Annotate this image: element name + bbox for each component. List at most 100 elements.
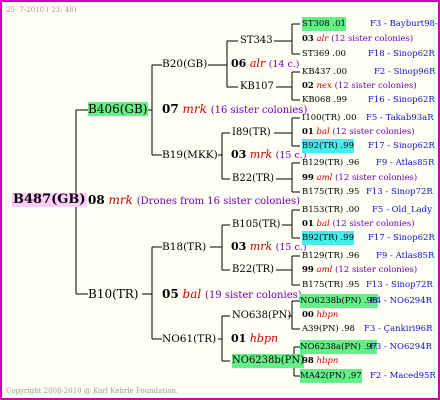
gen3-queen-3[interactable]: B18(TR)	[162, 240, 206, 254]
gen5-note-6: (12 sister colonies)	[335, 265, 418, 275]
gen3-breeder-1: alr	[249, 57, 266, 70]
gen5-breeder-2: nex	[316, 81, 332, 91]
gen4-queen-4[interactable]: B22(TR)	[232, 172, 274, 186]
gen3-mating-3: 03 mrk (15 c.)	[231, 240, 307, 255]
gen5-queen-2b[interactable]: KB068 .99	[302, 93, 347, 107]
gen5-number-2: 02	[302, 81, 314, 91]
gen3-mating-2: 03 mrk (15 c.)	[231, 148, 307, 163]
gen3-queen-4[interactable]: NO61(TR)	[162, 332, 216, 346]
gen5-origin-2b: F16 - Sinop62R	[368, 95, 435, 105]
gen5-queen-4b[interactable]: B175(TR) .95	[302, 185, 359, 199]
gen5-queen-4a[interactable]: B129(TR) .96	[302, 156, 359, 170]
gen5-mating-3: 01 bal (12 sister colonies)	[302, 125, 415, 139]
timestamp-header: 25- 7-2010 ( 23: 48)	[6, 6, 77, 14]
gen5-breeder-3: bal	[316, 127, 330, 137]
gen5-origin-2a: F2 - Sinop96R	[374, 67, 436, 77]
gen1-number: 08	[88, 193, 105, 207]
gen5-number-8: 98	[302, 356, 314, 366]
gen5-queen-5a[interactable]: B153(TR) .00	[302, 203, 359, 217]
gen5-mating-7: 00 hbpn	[302, 308, 338, 322]
gen5-mating-8: 98 hbpn	[302, 354, 338, 368]
gen2-number-lower: 05	[162, 287, 179, 301]
gen3-breeder-2: mrk	[249, 148, 273, 161]
gen5-breeder-7: hbpn	[316, 310, 339, 320]
gen3-mating-4: 01 hbpn	[231, 332, 278, 347]
gen5-breeder-6: aml	[316, 265, 333, 275]
gen5-origin-3b: F17 - Sinop62R	[368, 141, 435, 151]
gen5-note-4: (12 sister colonies)	[335, 173, 418, 183]
gen5-queen-1a[interactable]: ST308 .01	[302, 17, 346, 31]
gen5-breeder-1: alr	[316, 34, 329, 44]
gen5-origin-7a: F4 - NO6294R	[370, 296, 433, 306]
gen5-queen-7b[interactable]: A39(PN) .98	[302, 322, 355, 336]
gen5-number-6: 99	[302, 265, 314, 275]
gen3-breeder-3: mrk	[249, 240, 273, 253]
gen3-number-2: 03	[231, 148, 247, 161]
gen5-queen-3a[interactable]: I100(TR) .00	[302, 111, 357, 125]
gen5-origin-7b: F3 - Çankiri96R	[364, 324, 433, 334]
gen4-queen-2[interactable]: KB107	[240, 80, 274, 94]
gen5-number-3: 01	[302, 127, 314, 137]
root-queen[interactable]: B487(GB)	[12, 193, 87, 207]
gen5-mating-5: 01 bal (12 sister colonies)	[302, 217, 415, 231]
gen2-mating-upper: 07 mrk (16 sister colonies)	[162, 102, 307, 118]
gen5-origin-6b: F13 - Sinop72R	[366, 280, 433, 290]
gen5-queen-2a[interactable]: KB437 .00	[302, 65, 347, 79]
gen2-queen-lower[interactable]: B10(TR)	[88, 287, 139, 301]
gen5-origin-4b: F13 - Sinop72R	[366, 187, 433, 197]
gen5-origin-3a: F5 - Takab93aR	[366, 113, 434, 123]
gen2-breeder-upper: mrk	[182, 102, 207, 116]
gen5-queen-5b[interactable]: B92(TR) .99	[302, 231, 354, 245]
gen2-queen-upper[interactable]: B406(GB)	[88, 102, 148, 116]
gen5-number-1: 03	[302, 34, 314, 44]
gen2-mating-lower: 05 bal (19 sister colonies)	[162, 287, 302, 303]
gen4-queen-3[interactable]: I89(TR)	[232, 126, 271, 140]
gen5-note-2: (12 sister colonies)	[334, 81, 417, 91]
gen5-origin-8a: F3 - NO6294R	[370, 342, 433, 352]
gen5-note-1: (12 sister colonies)	[331, 34, 414, 44]
gen5-breeder-4: aml	[316, 173, 333, 183]
gen5-mating-6: 99 aml (12 sister colonies)	[302, 263, 417, 277]
gen3-queen-1[interactable]: B20(GB)	[162, 57, 207, 71]
gen3-note-1: (14 c.)	[268, 59, 300, 70]
gen5-note-3: (12 sister colonies)	[332, 127, 415, 137]
gen2-note-upper: (16 sister colonies)	[210, 105, 308, 116]
gen5-queen-8a[interactable]: NO6238a(PN) .97	[300, 340, 378, 354]
gen3-number-1: 06	[231, 57, 247, 70]
gen5-queen-8b[interactable]: MA42(PN) .97	[300, 369, 362, 383]
gen1-note: (Drones from 16 sister colonies)	[136, 196, 300, 207]
gen5-origin-5b: F17 - Sinop62R	[368, 233, 435, 243]
gen2-note-lower: (19 sister colonies)	[205, 290, 302, 301]
pedigree-frame: 25- 7-2010 ( 23: 48) Copyright 2008-2010…	[0, 0, 440, 400]
gen5-origin-6a: F9 - Atlas85R	[376, 251, 435, 261]
gen5-origin-8b: F2 - Maced95R	[370, 371, 436, 381]
gen3-mating-1: 06 alr (14 c.)	[231, 57, 300, 72]
gen3-number-4: 01	[231, 332, 247, 345]
gen5-mating-1: 03 alr (12 sister colonies)	[302, 32, 413, 46]
gen5-number-7: 00	[302, 310, 314, 320]
gen5-queen-6b[interactable]: B175(TR) .95	[302, 278, 359, 292]
gen4-queen-6[interactable]: B22(TR)	[232, 263, 274, 277]
gen4-queen-8[interactable]: NO6238b(PN)	[232, 354, 305, 368]
gen5-queen-1b[interactable]: ST369 .00	[302, 47, 346, 61]
gen5-origin-1b: F18 - Sinop62R	[368, 49, 435, 59]
gen5-number-4: 99	[302, 173, 314, 183]
gen3-queen-2[interactable]: B19(MKK)	[162, 148, 218, 162]
gen4-queen-5[interactable]: B105(TR)	[232, 218, 280, 232]
gen1-breeder: mrk	[108, 193, 133, 207]
gen4-queen-1[interactable]: ST343	[240, 34, 273, 48]
gen5-mating-4: 99 aml (12 sister colonies)	[302, 171, 417, 185]
gen3-breeder-4: hbpn	[249, 332, 279, 345]
copyright-footer: Copyright 2008-2010 @ Karl Kehrle Founda…	[6, 387, 179, 395]
gen4-queen-7[interactable]: NO638(PN)	[232, 309, 291, 323]
gen5-origin-4a: F9 - Atlas85R	[376, 158, 435, 168]
gen2-number-upper: 07	[162, 102, 179, 116]
gen5-queen-7a[interactable]: NO6238b(PN) .98	[300, 294, 378, 308]
gen5-queen-3b[interactable]: B92(TR) .99	[302, 139, 354, 153]
gen5-breeder-5: bal	[316, 219, 330, 229]
gen5-note-5: (12 sister colonies)	[332, 219, 415, 229]
gen5-queen-6a[interactable]: B129(TR) .96	[302, 249, 359, 263]
gen5-number-5: 01	[302, 219, 314, 229]
gen3-number-3: 03	[231, 240, 247, 253]
gen5-origin-1a: F3 - Bayburt98-3R	[370, 19, 438, 29]
